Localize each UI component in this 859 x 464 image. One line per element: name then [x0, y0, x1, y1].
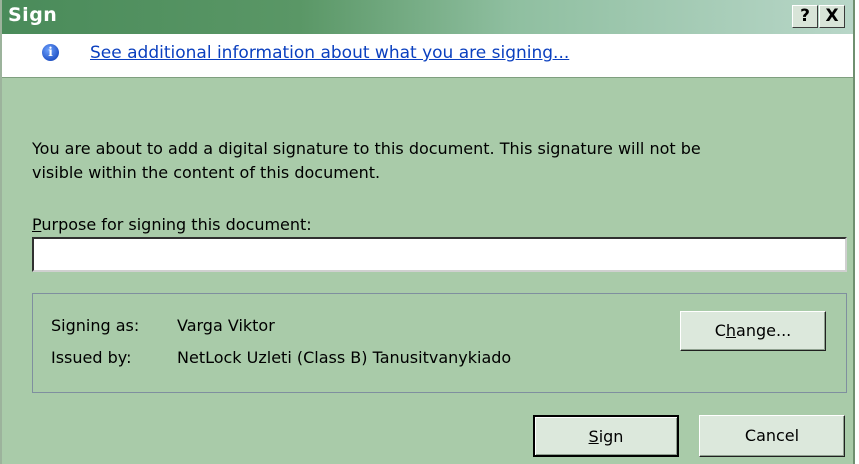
- sign-dialog: Sign ? X i See additional information ab…: [0, 0, 855, 464]
- sign-label-mnemonic: S: [588, 427, 599, 446]
- purpose-label: Purpose for signing this document:: [32, 215, 312, 234]
- title-bar[interactable]: Sign ? X: [2, 0, 853, 34]
- signing-as-value: Varga Viktor: [177, 316, 275, 335]
- sign-label-rest: ign: [598, 427, 624, 446]
- change-button[interactable]: Change...: [680, 311, 826, 351]
- help-button[interactable]: ?: [792, 5, 818, 28]
- change-label-post: ange...: [736, 321, 792, 340]
- description-line-1: You are about to add a digital signature…: [32, 139, 701, 158]
- window-title: Sign: [8, 4, 58, 26]
- info-icon: i: [42, 44, 59, 61]
- change-label-mnemonic: h: [725, 321, 737, 340]
- cancel-button[interactable]: Cancel: [699, 415, 845, 457]
- purpose-label-text: urpose for signing this document:: [41, 215, 312, 234]
- description: You are about to add a digital signature…: [32, 137, 832, 185]
- signer-info-box: Signing as: Varga Viktor Issued by: NetL…: [32, 293, 847, 393]
- additional-info-link[interactable]: See additional information about what yo…: [90, 43, 569, 63]
- signing-as-label: Signing as:: [51, 316, 140, 335]
- purpose-input[interactable]: [32, 237, 847, 272]
- close-button[interactable]: X: [819, 5, 845, 28]
- issued-by-label: Issued by:: [51, 348, 132, 367]
- purpose-label-mnemonic: P: [32, 215, 42, 234]
- info-bar: i See additional information about what …: [2, 34, 853, 78]
- description-line-2: visible within the content of this docum…: [32, 163, 381, 182]
- issued-by-value: NetLock Uzleti (Class B) Tanusitvanykiad…: [177, 348, 512, 367]
- change-label-pre: C: [714, 321, 726, 340]
- sign-button[interactable]: Sign: [533, 415, 679, 457]
